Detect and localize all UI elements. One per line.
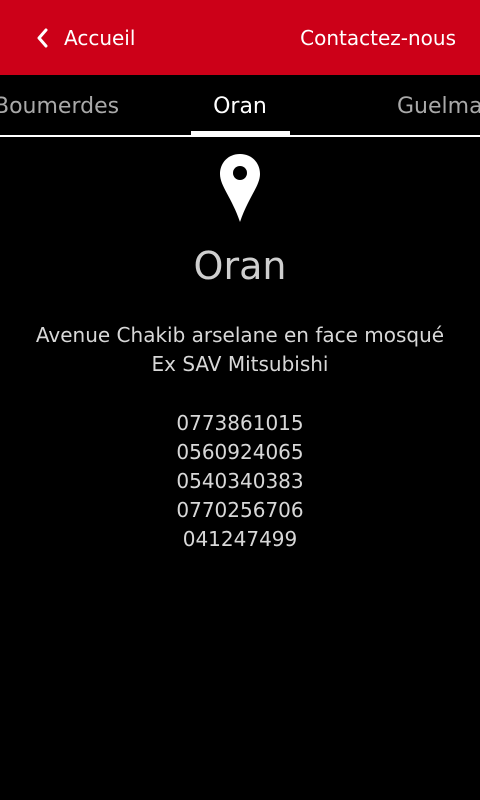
phone-number[interactable]: 0540340383	[0, 467, 480, 496]
phone-list: 0773861015 0560924065 0540340383 0770256…	[0, 409, 480, 554]
map-pin-icon	[218, 152, 262, 224]
phone-number[interactable]: 0770256706	[0, 496, 480, 525]
chevron-left-icon	[36, 28, 48, 48]
city-tabs: Boumerdes Oran Guelma	[0, 75, 480, 137]
back-button[interactable]: Accueil	[36, 22, 135, 54]
city-title: Oran	[193, 244, 287, 288]
address-block: Avenue Chakib arselane en face mosqué Ex…	[0, 321, 480, 379]
address-line-1: Avenue Chakib arselane en face mosqué	[35, 323, 445, 347]
tab-next-city[interactable]: Guelma	[397, 93, 480, 121]
contact-button[interactable]: Contactez-nous	[300, 22, 456, 54]
phone-number[interactable]: 0773861015	[0, 409, 480, 438]
app-header: Accueil Contactez-nous	[0, 0, 480, 75]
phone-number[interactable]: 0560924065	[0, 438, 480, 467]
address-line-2: Ex SAV Mitsubishi	[151, 352, 329, 376]
phone-number[interactable]: 041247499	[0, 525, 480, 554]
tab-divider	[0, 135, 480, 137]
back-label: Accueil	[64, 26, 136, 50]
